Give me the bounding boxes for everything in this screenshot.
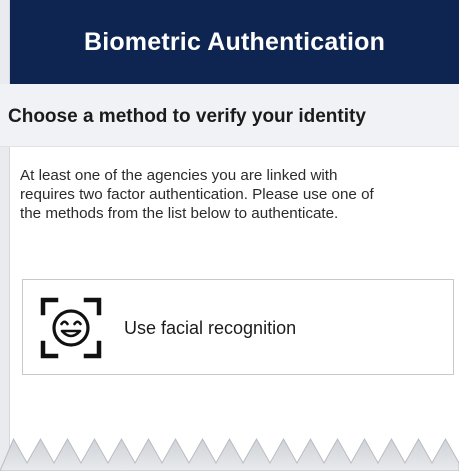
face-recognition-icon bbox=[40, 297, 102, 359]
description-line: requires two factor authentication. Plea… bbox=[20, 186, 374, 203]
description-text: At least one of the agencies you are lin… bbox=[20, 166, 456, 223]
description-line: At least one of the agencies you are lin… bbox=[20, 167, 338, 184]
torn-edge-divider bbox=[0, 437, 459, 471]
page-title: Biometric Authentication bbox=[83, 27, 386, 56]
method-label: Use facial recognition bbox=[124, 318, 297, 338]
facial-recognition-option[interactable]: Use facial recognition bbox=[22, 279, 454, 375]
description-line: the methods from the list below to authe… bbox=[20, 205, 339, 222]
section-title: Choose a method to verify your identity bbox=[8, 106, 366, 127]
app-header: Biometric Authentication bbox=[10, 0, 459, 84]
left-edge-strip bbox=[0, 0, 10, 471]
section-header: Choose a method to verify your identity bbox=[0, 84, 459, 147]
